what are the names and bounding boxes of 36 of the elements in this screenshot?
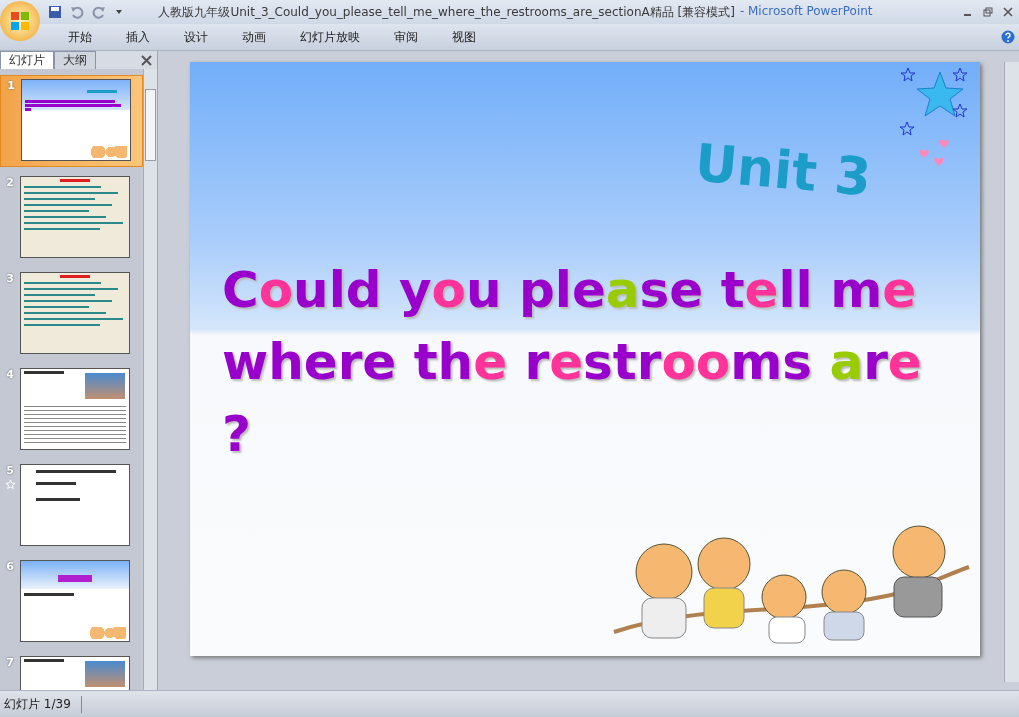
slide-thumbnail[interactable] — [20, 560, 130, 642]
restore-icon[interactable] — [983, 7, 993, 17]
panel-tab[interactable]: 大纲 — [54, 51, 96, 69]
slide-number: 2 — [6, 176, 14, 189]
close-icon[interactable] — [1003, 7, 1013, 17]
ribbon-tab[interactable]: 设计 — [174, 26, 218, 48]
app-name: - Microsoft PowerPoint — [739, 3, 873, 20]
slide-thumbnail[interactable] — [20, 176, 130, 258]
slide-thumbnail[interactable] — [20, 272, 130, 354]
slide-title: Could you please tell me where the restrooms are ? — [222, 260, 922, 465]
slide-number: 3 — [6, 272, 14, 285]
ribbon-tab[interactable]: 插入 — [116, 26, 160, 48]
slide-thumbnail[interactable] — [20, 464, 130, 546]
office-button[interactable] — [0, 1, 40, 41]
ribbon-tab[interactable]: 幻灯片放映 — [290, 26, 370, 48]
ribbon-tab[interactable]: 审阅 — [384, 26, 428, 48]
window-title: 人教版九年级Unit_3_Could_you_please_tell_me_where_the_restrooms_are_sectionA精品 [兼容模式] — [158, 3, 735, 21]
scrollbar[interactable] — [1004, 62, 1019, 682]
ribbon-tab[interactable]: 动画 — [232, 26, 276, 48]
slide-thumbnail[interactable] — [20, 368, 130, 450]
save-icon[interactable] — [48, 5, 62, 19]
ribbon-tab[interactable]: 视图 — [442, 26, 486, 48]
slide-number: 1 — [7, 79, 15, 92]
ribbon-tab[interactable]: 开始 — [58, 26, 102, 48]
unit-heading: Unit 3 — [692, 132, 874, 208]
slide-number: 4 — [6, 368, 14, 381]
slide-number: 7 — [6, 656, 14, 669]
slide-number: 6 — [6, 560, 14, 573]
panel-tab[interactable]: 幻灯片 — [0, 51, 54, 69]
close-icon[interactable] — [141, 54, 152, 66]
office-logo-icon — [9, 10, 31, 32]
slide-counter: 幻灯片 1/39 — [0, 695, 82, 713]
slide-thumbnail[interactable] — [21, 79, 131, 161]
scrollbar[interactable] — [143, 69, 157, 690]
help-icon[interactable] — [1001, 30, 1015, 44]
slide-number: 5 — [6, 464, 14, 477]
